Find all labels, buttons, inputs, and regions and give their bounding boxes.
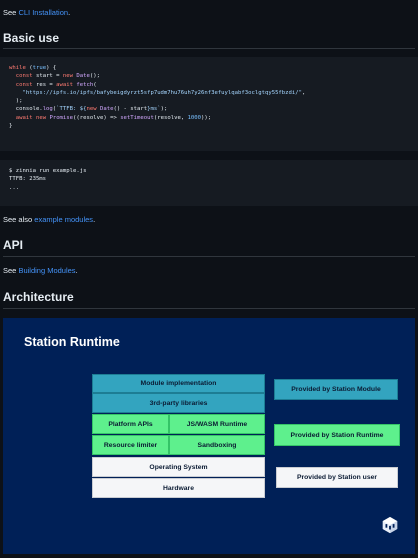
code-token: new [86, 106, 97, 113]
see-also-prefix: See also [3, 215, 35, 224]
code-line: "https://ipfs.io/ipfs/bafybeigdyrzt5sfp7… [9, 89, 418, 97]
code-token: ( [93, 81, 97, 88]
example-modules-link[interactable]: example modules [34, 215, 93, 224]
code-token: await [56, 81, 74, 88]
code-token: new [62, 73, 74, 80]
code-token: ((resolve) => [73, 114, 121, 121]
api-suffix: . [75, 266, 78, 275]
code-line: console.log(`TTFB: ${new Date() - start}… [9, 105, 418, 113]
operating-system-box: Operating System [92, 457, 265, 477]
resource-limiter-box: Resource limiter [92, 435, 169, 455]
station-logo-icon [382, 516, 398, 534]
code-token: () - start [113, 106, 148, 113]
code-token: )); [201, 114, 212, 121]
hardware-box: Hardware [92, 478, 265, 498]
intro-suffix: . [68, 8, 71, 17]
basic-use-heading: Basic use [3, 31, 60, 45]
code-line: } [9, 122, 418, 130]
code-token: ( [25, 65, 33, 71]
legend-station-module: Provided by Station Module [274, 379, 398, 400]
code-token: Promise [49, 114, 74, 121]
code-token: const [15, 73, 33, 80]
terminal-line: ... [9, 184, 20, 191]
api-prefix: See [3, 266, 19, 275]
third-party-libraries-box: 3rd-party libraries [92, 393, 265, 413]
api-divider [3, 256, 415, 257]
code-token: start = [32, 73, 63, 80]
code-block: while (true) { const start = new Date();… [0, 57, 418, 151]
api-heading: API [3, 238, 24, 252]
code-token: "https://ipfs.io/ipfs/bafybeigdyrzt5sfp7… [22, 89, 303, 96]
intro-prefix: See [3, 8, 19, 17]
code-token: while [9, 65, 26, 71]
code-token: fetch [76, 81, 94, 88]
code-token: `TTFB: ${ [56, 106, 87, 113]
code-token: await [15, 114, 33, 121]
diagram-title: Station Runtime [24, 335, 120, 349]
terminal-output-block: $ zinnia run example.js TTFB: 235ms... [0, 160, 418, 206]
terminal-line: $ zinnia run example.js [9, 168, 87, 174]
code-token: , [302, 89, 306, 96]
code-token: console. [9, 106, 43, 113]
api-text: See Building Modules. [3, 266, 78, 275]
basic-use-divider [3, 48, 415, 49]
architecture-diagram: Station Runtime Module implementation 3r… [3, 318, 415, 554]
code-token: new [35, 114, 47, 121]
code-token: (resolve, [153, 114, 188, 121]
code-token: ); [160, 106, 168, 113]
code-token: 1000 [187, 114, 202, 121]
code-token: } [9, 123, 13, 130]
architecture-divider [3, 308, 415, 309]
code-token: ) { [46, 65, 57, 71]
code-line: while (true) { [9, 64, 418, 72]
intro-text: See CLI Installation. [3, 8, 70, 17]
platform-apis-box: Platform APIs [92, 414, 169, 434]
code-line: const start = new Date(); [9, 72, 418, 80]
legend-station-user: Provided by Station user [276, 467, 398, 488]
code-token: (); [89, 73, 100, 80]
sandboxing-box: Sandboxing [169, 435, 265, 455]
see-also-text: See also example modules. [3, 215, 95, 224]
code-token: setTimeout [120, 114, 154, 121]
architecture-heading: Architecture [3, 290, 74, 304]
cli-installation-link[interactable]: CLI Installation [18, 8, 68, 17]
code-token: const [15, 81, 33, 88]
code-token: res = [32, 81, 57, 88]
code-line: await new Promise((resolve) => setTimeou… [9, 114, 418, 122]
code-line: const res = await fetch( [9, 81, 418, 89]
code-token: log [42, 106, 53, 113]
terminal-line: TTFB: 235ms [9, 176, 47, 183]
legend-station-runtime: Provided by Station Runtime [274, 424, 400, 446]
code-token: Date [76, 73, 90, 80]
code-token: true [32, 65, 47, 71]
js-wasm-runtime-box: JS/WASM Runtime [169, 414, 265, 434]
code-token: ); [9, 98, 23, 105]
module-implementation-box: Module implementation [92, 374, 265, 393]
code-token: }ms` [147, 106, 161, 113]
code-line: ); [9, 97, 418, 105]
code-token: Date [99, 106, 114, 113]
building-modules-link[interactable]: Building Modules [18, 266, 75, 275]
see-also-suffix: . [93, 215, 96, 224]
